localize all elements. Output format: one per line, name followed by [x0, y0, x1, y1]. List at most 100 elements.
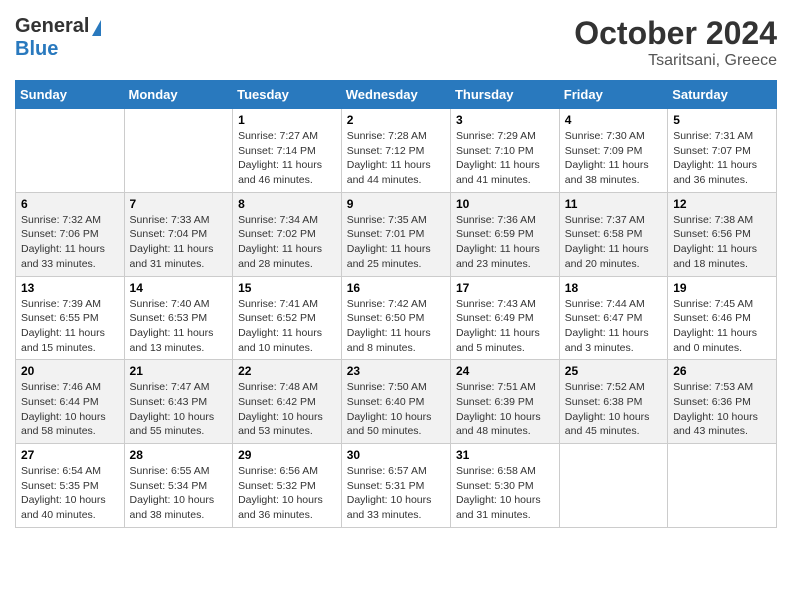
day-number: 27: [21, 448, 119, 462]
day-number: 9: [347, 197, 445, 211]
calendar-cell: [16, 109, 125, 193]
day-info: Sunrise: 6:57 AM Sunset: 5:31 PM Dayligh…: [347, 464, 445, 523]
location-label: Tsaritsani, Greece: [574, 52, 777, 70]
day-number: 2: [347, 113, 445, 127]
day-number: 25: [565, 364, 662, 378]
weekday-header: Sunday: [16, 81, 125, 109]
weekday-header: Thursday: [450, 81, 559, 109]
day-number: 10: [456, 197, 554, 211]
logo-blue-text: Blue: [15, 38, 58, 60]
logo-general-text: General: [15, 15, 89, 38]
day-number: 22: [238, 364, 336, 378]
logo-triangle-icon: [92, 20, 101, 36]
calendar-cell: 20Sunrise: 7:46 AM Sunset: 6:44 PM Dayli…: [16, 360, 125, 444]
day-number: 31: [456, 448, 554, 462]
day-info: Sunrise: 7:35 AM Sunset: 7:01 PM Dayligh…: [347, 213, 445, 272]
day-number: 1: [238, 113, 336, 127]
day-info: Sunrise: 7:31 AM Sunset: 7:07 PM Dayligh…: [673, 129, 771, 188]
day-number: 19: [673, 281, 771, 295]
day-number: 8: [238, 197, 336, 211]
calendar-cell: 31 Sunrise: 6:58 AM Sunset: 5:30 PM Dayli…: [450, 444, 559, 528]
month-title: October 2024: [574, 15, 777, 52]
calendar-cell: 7Sunrise: 7:33 AM Sunset: 7:04 PM Daylig…: [124, 192, 233, 276]
calendar-cell: 9 Sunrise: 7:35 AM Sunset: 7:01 PM Daylig…: [341, 192, 450, 276]
day-info: Sunrise: 7:38 AM Sunset: 6:56 PM Dayligh…: [673, 213, 771, 272]
logo: General Blue: [15, 15, 101, 61]
calendar-cell: 10 Sunrise: 7:36 AM Sunset: 6:59 PM Dayli…: [450, 192, 559, 276]
day-info: Sunrise: 7:47 AM Sunset: 6:43 PM Dayligh…: [130, 380, 228, 439]
calendar-table: SundayMondayTuesdayWednesdayThursdayFrid…: [15, 80, 777, 528]
day-info: Sunrise: 7:30 AM Sunset: 7:09 PM Dayligh…: [565, 129, 662, 188]
day-number: 4: [565, 113, 662, 127]
calendar-cell: 2 Sunrise: 7:28 AM Sunset: 7:12 PM Daylig…: [341, 109, 450, 193]
day-info: Sunrise: 7:28 AM Sunset: 7:12 PM Dayligh…: [347, 129, 445, 188]
day-number: 29: [238, 448, 336, 462]
calendar-cell: 28 Sunrise: 6:55 AM Sunset: 5:34 PM Dayli…: [124, 444, 233, 528]
day-info: Sunrise: 7:40 AM Sunset: 6:53 PM Dayligh…: [130, 297, 228, 356]
calendar-cell: 27 Sunrise: 6:54 AM Sunset: 5:35 PM Dayli…: [16, 444, 125, 528]
title-section: October 2024 Tsaritsani, Greece: [574, 15, 777, 70]
day-number: 26: [673, 364, 771, 378]
weekday-header: Monday: [124, 81, 233, 109]
calendar-cell: [124, 109, 233, 193]
calendar-cell: 21Sunrise: 7:47 AM Sunset: 6:43 PM Dayli…: [124, 360, 233, 444]
day-info: Sunrise: 7:45 AM Sunset: 6:46 PM Dayligh…: [673, 297, 771, 356]
calendar-cell: 6 Sunrise: 7:32 AM Sunset: 7:06 PM Daylig…: [16, 192, 125, 276]
calendar-cell: 11 Sunrise: 7:37 AM Sunset: 6:58 PM Dayli…: [559, 192, 667, 276]
day-info: Sunrise: 6:55 AM Sunset: 5:34 PM Dayligh…: [130, 464, 228, 523]
week-row: 6 Sunrise: 7:32 AM Sunset: 7:06 PM Daylig…: [16, 192, 777, 276]
calendar-cell: 3 Sunrise: 7:29 AM Sunset: 7:10 PM Daylig…: [450, 109, 559, 193]
calendar-cell: 1 Sunrise: 7:27 AM Sunset: 7:14 PM Daylig…: [233, 109, 342, 193]
day-number: 14: [130, 281, 228, 295]
weekday-header: Wednesday: [341, 81, 450, 109]
day-info: Sunrise: 7:50 AM Sunset: 6:40 PM Dayligh…: [347, 380, 445, 439]
day-number: 7: [130, 197, 228, 211]
day-number: 12: [673, 197, 771, 211]
calendar-cell: [559, 444, 667, 528]
day-info: Sunrise: 6:56 AM Sunset: 5:32 PM Dayligh…: [238, 464, 336, 523]
calendar-cell: 22 Sunrise: 7:48 AM Sunset: 6:42 PM Dayli…: [233, 360, 342, 444]
calendar-cell: 8Sunrise: 7:34 AM Sunset: 7:02 PM Daylig…: [233, 192, 342, 276]
calendar-cell: 25 Sunrise: 7:52 AM Sunset: 6:38 PM Dayli…: [559, 360, 667, 444]
page-header: General Blue October 2024 Tsaritsani, Gr…: [15, 15, 777, 70]
day-number: 11: [565, 197, 662, 211]
day-info: Sunrise: 7:27 AM Sunset: 7:14 PM Dayligh…: [238, 129, 336, 188]
day-info: Sunrise: 7:41 AM Sunset: 6:52 PM Dayligh…: [238, 297, 336, 356]
day-number: 16: [347, 281, 445, 295]
calendar-cell: 23 Sunrise: 7:50 AM Sunset: 6:40 PM Dayli…: [341, 360, 450, 444]
day-number: 17: [456, 281, 554, 295]
calendar-cell: 29 Sunrise: 6:56 AM Sunset: 5:32 PM Dayli…: [233, 444, 342, 528]
day-info: Sunrise: 7:36 AM Sunset: 6:59 PM Dayligh…: [456, 213, 554, 272]
calendar-cell: 14 Sunrise: 7:40 AM Sunset: 6:53 PM Dayli…: [124, 276, 233, 360]
day-info: Sunrise: 7:51 AM Sunset: 6:39 PM Dayligh…: [456, 380, 554, 439]
day-number: 3: [456, 113, 554, 127]
week-row: 1 Sunrise: 7:27 AM Sunset: 7:14 PM Daylig…: [16, 109, 777, 193]
week-row: 27 Sunrise: 6:54 AM Sunset: 5:35 PM Dayli…: [16, 444, 777, 528]
day-number: 30: [347, 448, 445, 462]
week-row: 13Sunrise: 7:39 AM Sunset: 6:55 PM Dayli…: [16, 276, 777, 360]
calendar-cell: [668, 444, 777, 528]
day-info: Sunrise: 7:52 AM Sunset: 6:38 PM Dayligh…: [565, 380, 662, 439]
day-number: 23: [347, 364, 445, 378]
day-number: 5: [673, 113, 771, 127]
day-number: 15: [238, 281, 336, 295]
day-info: Sunrise: 6:54 AM Sunset: 5:35 PM Dayligh…: [21, 464, 119, 523]
day-info: Sunrise: 7:39 AM Sunset: 6:55 PM Dayligh…: [21, 297, 119, 356]
day-info: Sunrise: 7:44 AM Sunset: 6:47 PM Dayligh…: [565, 297, 662, 356]
day-info: Sunrise: 7:29 AM Sunset: 7:10 PM Dayligh…: [456, 129, 554, 188]
calendar-cell: 15 Sunrise: 7:41 AM Sunset: 6:52 PM Dayli…: [233, 276, 342, 360]
day-number: 6: [21, 197, 119, 211]
calendar-cell: 16Sunrise: 7:42 AM Sunset: 6:50 PM Dayli…: [341, 276, 450, 360]
calendar-cell: 18Sunrise: 7:44 AM Sunset: 6:47 PM Dayli…: [559, 276, 667, 360]
calendar-cell: 17 Sunrise: 7:43 AM Sunset: 6:49 PM Dayli…: [450, 276, 559, 360]
day-info: Sunrise: 6:58 AM Sunset: 5:30 PM Dayligh…: [456, 464, 554, 523]
day-number: 28: [130, 448, 228, 462]
day-info: Sunrise: 7:48 AM Sunset: 6:42 PM Dayligh…: [238, 380, 336, 439]
weekday-header: Tuesday: [233, 81, 342, 109]
day-info: Sunrise: 7:32 AM Sunset: 7:06 PM Dayligh…: [21, 213, 119, 272]
calendar-cell: 26Sunrise: 7:53 AM Sunset: 6:36 PM Dayli…: [668, 360, 777, 444]
calendar-cell: 30 Sunrise: 6:57 AM Sunset: 5:31 PM Dayli…: [341, 444, 450, 528]
day-info: Sunrise: 7:43 AM Sunset: 6:49 PM Dayligh…: [456, 297, 554, 356]
weekday-header-row: SundayMondayTuesdayWednesdayThursdayFrid…: [16, 81, 777, 109]
day-info: Sunrise: 7:37 AM Sunset: 6:58 PM Dayligh…: [565, 213, 662, 272]
